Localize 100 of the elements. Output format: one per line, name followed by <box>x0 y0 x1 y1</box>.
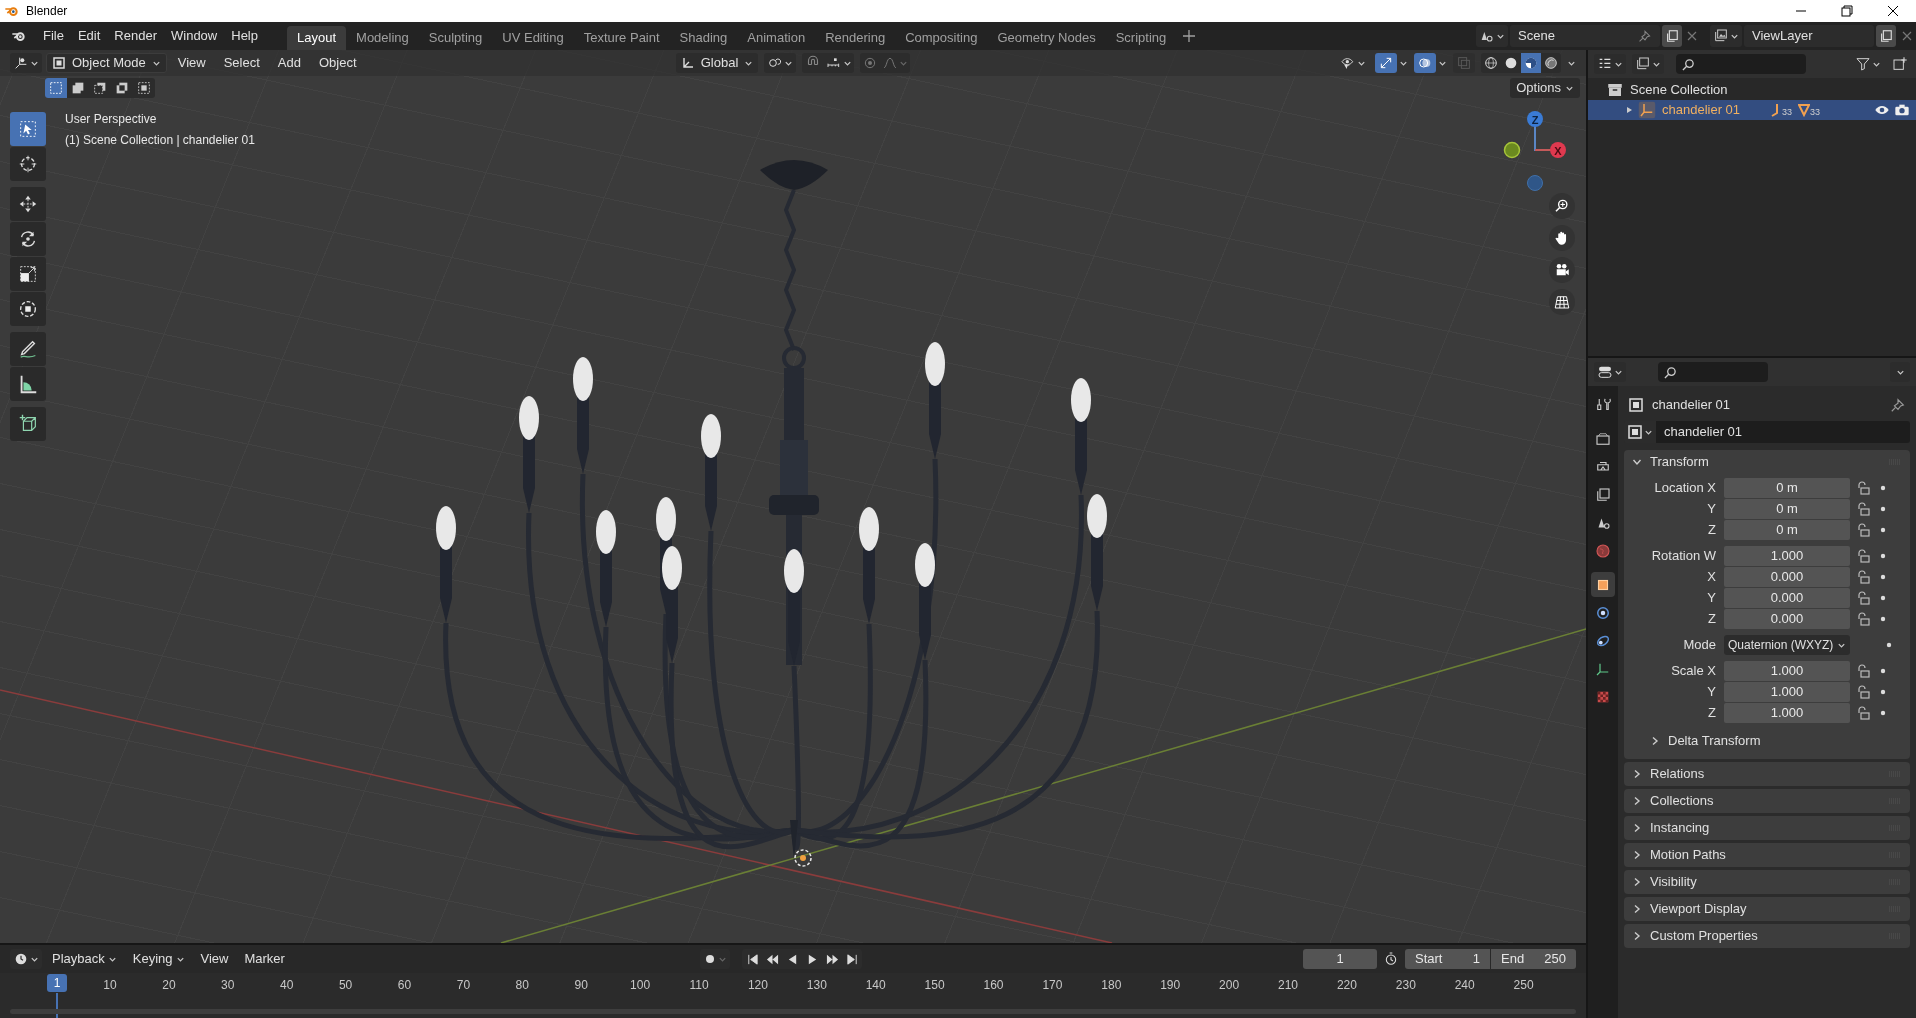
tool-button[interactable] <box>10 332 46 366</box>
menu-item[interactable]: View <box>194 949 235 969</box>
workspace-tab[interactable]: Sculpting <box>418 26 493 50</box>
new-view-layer-button[interactable] <box>1876 25 1896 47</box>
orientation-dropdown[interactable]: Global <box>675 53 759 73</box>
menu-item[interactable]: Help <box>224 25 265 47</box>
workspace-tab[interactable]: Geometry Nodes <box>987 26 1106 50</box>
tool-button[interactable] <box>10 257 46 291</box>
tool-button[interactable] <box>10 222 46 256</box>
start-frame-field[interactable]: Start 1 <box>1405 949 1490 969</box>
panel-header[interactable]: Relations <box>1624 762 1910 786</box>
toggle-button[interactable] <box>1453 53 1475 73</box>
options-dropdown[interactable]: Options <box>1510 78 1580 98</box>
keyframe-dot-icon[interactable] <box>1880 668 1886 674</box>
viewport-nav-button[interactable] <box>1549 257 1575 283</box>
lock-icon[interactable] <box>1856 591 1870 605</box>
viewport-nav-button[interactable] <box>1549 193 1575 219</box>
pivot-dropdown[interactable] <box>764 53 797 73</box>
workspace-tab[interactable]: UV Editing <box>492 26 574 50</box>
menu-item[interactable]: Select <box>216 53 267 73</box>
editor-type-button[interactable] <box>10 53 42 73</box>
workspace-tab[interactable]: Scripting <box>1105 26 1177 50</box>
lock-icon[interactable] <box>1856 502 1870 516</box>
keyframe-dot-icon[interactable] <box>1880 506 1886 512</box>
menu-item[interactable]: File <box>36 25 71 47</box>
number-field[interactable]: 1.000 <box>1724 703 1850 723</box>
object-label[interactable]: chandelier 01 <box>1662 100 1741 120</box>
current-frame-field[interactable]: 1 <box>1303 949 1377 969</box>
workspace-tab[interactable]: Layout <box>287 26 347 50</box>
workspace-tab[interactable]: Compositing <box>895 26 988 50</box>
shading-button[interactable] <box>1521 53 1541 73</box>
lock-icon[interactable] <box>1856 664 1870 678</box>
scene-selector[interactable] <box>1476 25 1508 47</box>
workspace-tab[interactable]: Modeling <box>346 26 419 50</box>
display-mode-button[interactable] <box>1632 54 1664 74</box>
panel-header[interactable]: Visibility <box>1624 870 1910 894</box>
editor-type-button[interactable] <box>10 949 42 969</box>
tool-button[interactable] <box>10 187 46 221</box>
object-name-field[interactable]: chandelier 01 <box>1656 421 1910 443</box>
playhead-frame[interactable]: 1 <box>47 974 67 992</box>
number-field[interactable]: 0.000 <box>1724 567 1850 587</box>
options-button[interactable] <box>1890 362 1910 382</box>
viewport-nav-button[interactable] <box>1549 289 1575 315</box>
search-field[interactable] <box>1658 362 1768 382</box>
end-frame-field[interactable]: End 250 <box>1491 949 1576 969</box>
keyframe-dot-icon[interactable] <box>1880 527 1886 533</box>
menu-item[interactable]: Marker <box>238 949 291 969</box>
keyframe-dot-icon[interactable] <box>1880 595 1886 601</box>
number-field[interactable]: 0 m <box>1724 499 1850 519</box>
scrollbar[interactable] <box>10 1009 1576 1014</box>
number-field[interactable]: 0.000 <box>1724 609 1850 629</box>
panel-header[interactable]: Transform <box>1624 450 1910 474</box>
new-scene-button[interactable] <box>1662 25 1682 47</box>
outliner-row[interactable]: chandelier 01 33 33 <box>1588 100 1916 120</box>
keyframe-dot-icon[interactable] <box>1880 689 1886 695</box>
editor-type-button[interactable] <box>1594 362 1626 382</box>
number-field[interactable]: 1.000 <box>1724 661 1850 681</box>
editor-type-button[interactable] <box>1594 54 1626 74</box>
pin-icon[interactable] <box>1890 397 1906 413</box>
number-field[interactable]: 1.000 <box>1724 546 1850 566</box>
panel-header[interactable]: Collections <box>1624 789 1910 813</box>
menu-item[interactable]: Render <box>107 25 164 47</box>
camera-icon[interactable] <box>1894 102 1910 118</box>
keyframe-dot-icon[interactable] <box>1880 485 1886 491</box>
3d-viewport[interactable]: Object Mode View Select Add Object Global Options User Perspective (1) Scene Collection | chandelier 01 Z X <box>0 50 1586 943</box>
add-workspace-icon[interactable] <box>1182 29 1197 43</box>
lock-icon[interactable] <box>1856 570 1870 584</box>
lock-icon[interactable] <box>1856 685 1870 699</box>
workspace-tab[interactable]: Shading <box>669 26 738 50</box>
menu-item[interactable]: Edit <box>70 25 108 47</box>
view-layer-field[interactable]: ViewLayer <box>1744 25 1874 47</box>
panel-header[interactable]: Custom Properties <box>1624 924 1910 948</box>
keyframe-dot-icon[interactable] <box>1880 574 1886 580</box>
scene-name-field[interactable]: Scene <box>1510 25 1660 47</box>
search-field[interactable] <box>1676 54 1806 74</box>
panel-header[interactable]: Motion Paths <box>1624 843 1910 867</box>
menu-item[interactable]: Playback <box>46 949 123 969</box>
properties-tab[interactable] <box>1591 572 1615 597</box>
record-button[interactable] <box>700 949 730 969</box>
viewport-nav-button[interactable] <box>1549 225 1575 251</box>
tool-button[interactable] <box>10 367 46 401</box>
close-icon[interactable] <box>1902 31 1912 41</box>
panel-header[interactable]: Instancing <box>1624 816 1910 840</box>
workspace-tab[interactable]: Animation <box>737 26 816 50</box>
toggle-button[interactable] <box>1414 53 1436 73</box>
number-field[interactable]: 0 m <box>1724 520 1850 540</box>
collection-label[interactable]: Scene Collection <box>1630 80 1728 100</box>
tool-button[interactable] <box>10 292 46 326</box>
lock-icon[interactable] <box>1856 706 1870 720</box>
number-field[interactable]: 0 m <box>1724 478 1850 498</box>
stopwatch-icon[interactable] <box>1383 951 1399 967</box>
keyframe-dot-icon[interactable] <box>1880 710 1886 716</box>
lock-icon[interactable] <box>1856 549 1870 563</box>
toggle-button[interactable] <box>1375 53 1397 73</box>
menu-item[interactable]: Window <box>164 25 225 47</box>
number-field[interactable]: 0.000 <box>1724 588 1850 608</box>
number-field[interactable]: 1.000 <box>1724 682 1850 702</box>
menu-item[interactable]: Keying <box>126 949 191 969</box>
close-icon[interactable] <box>1687 31 1697 41</box>
keyframe-dot-icon[interactable] <box>1880 553 1886 559</box>
